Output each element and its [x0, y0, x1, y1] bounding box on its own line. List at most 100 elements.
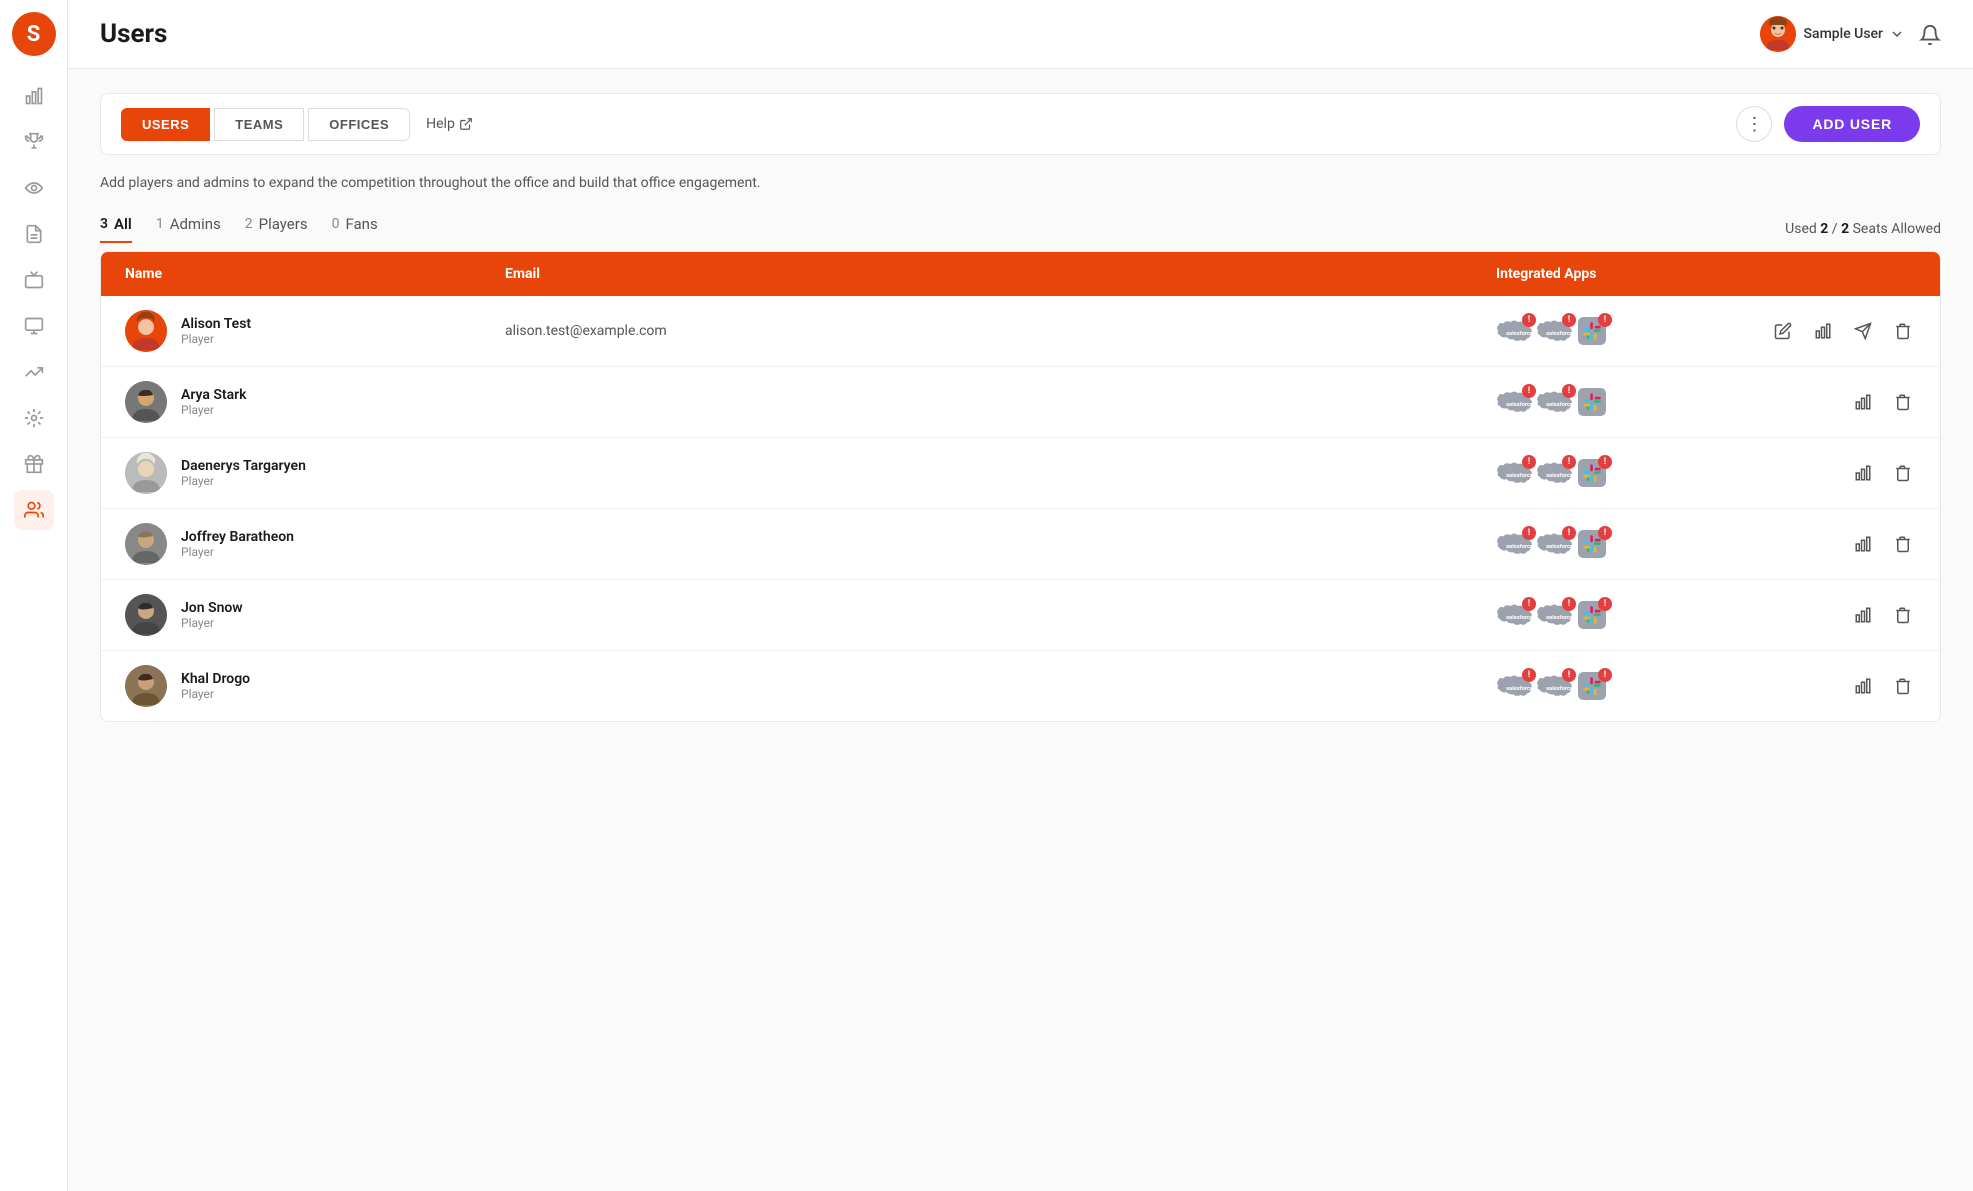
user-info: Arya Stark Player	[181, 387, 247, 417]
user-name: Sample User	[1804, 26, 1883, 42]
warning-badge: !	[1522, 526, 1536, 540]
page-content: USERS TEAMS OFFICES Help ⋮ ADD USER Add …	[68, 69, 1973, 1191]
warning-badge: !	[1562, 455, 1576, 469]
stats-button[interactable]	[1850, 460, 1876, 486]
filter-fans[interactable]: 0 Fans	[332, 215, 378, 243]
apps-cell: salesforce ! salesforce ! !	[1496, 601, 1776, 629]
stats-button[interactable]	[1850, 602, 1876, 628]
user-cell: Daenerys Targaryen Player	[125, 452, 505, 494]
filter-admins[interactable]: 1 Admins	[156, 215, 221, 243]
user-name: Joffrey Baratheon	[181, 529, 294, 545]
add-user-button[interactable]: ADD USER	[1784, 106, 1920, 142]
users-table: Name Email Integrated Apps Alison Test P…	[100, 251, 1941, 722]
svg-text:salesforce: salesforce	[1546, 544, 1572, 550]
sidebar: S	[0, 0, 68, 1191]
avatar	[125, 452, 167, 494]
app-slack: !	[1576, 530, 1608, 558]
sidebar-item-rewards[interactable]	[14, 444, 54, 484]
actions-cell	[1776, 389, 1916, 415]
app-slack: !	[1576, 672, 1608, 700]
table-row: Daenerys Targaryen Player salesforce ! s…	[101, 438, 1940, 509]
warning-badge: !	[1562, 313, 1576, 327]
help-link[interactable]: Help	[426, 116, 473, 132]
svg-text:salesforce: salesforce	[1546, 473, 1572, 479]
warning-badge: !	[1562, 526, 1576, 540]
stats-button[interactable]	[1810, 318, 1836, 344]
stats-button[interactable]	[1850, 673, 1876, 699]
user-name: Jon Snow	[181, 600, 243, 616]
user-name: Arya Stark	[181, 387, 247, 403]
sidebar-item-analytics[interactable]	[14, 76, 54, 116]
warning-badge: !	[1598, 597, 1612, 611]
warning-badge: !	[1598, 455, 1612, 469]
app-salesforce-2: salesforce !	[1536, 317, 1572, 345]
col-apps: Integrated Apps	[1496, 266, 1776, 282]
user-role: Player	[181, 332, 251, 346]
svg-text:salesforce: salesforce	[1546, 615, 1572, 621]
delete-button[interactable]	[1890, 531, 1916, 557]
app-slack	[1576, 388, 1608, 416]
sidebar-item-trending[interactable]	[14, 352, 54, 392]
sidebar-item-trophy[interactable]	[14, 122, 54, 162]
svg-text:salesforce: salesforce	[1506, 615, 1532, 621]
svg-text:salesforce: salesforce	[1546, 402, 1572, 408]
table-row: Khal Drogo Player salesforce ! salesforc…	[101, 651, 1940, 721]
delete-button[interactable]	[1890, 460, 1916, 486]
filter-players[interactable]: 2 Players	[245, 215, 308, 243]
svg-text:salesforce: salesforce	[1506, 402, 1532, 408]
main-content: Users Sample User	[68, 0, 1973, 1191]
warning-badge: !	[1522, 668, 1536, 682]
app-salesforce-2: salesforce !	[1536, 530, 1572, 558]
sidebar-item-tv[interactable]	[14, 260, 54, 300]
sidebar-item-campaigns[interactable]	[14, 168, 54, 208]
svg-text:salesforce: salesforce	[1546, 331, 1572, 337]
apps-cell: salesforce ! salesforce !	[1496, 388, 1776, 416]
user-profile[interactable]: Sample User	[1760, 16, 1903, 52]
user-info: Alison Test Player	[181, 316, 251, 346]
stats-button[interactable]	[1850, 389, 1876, 415]
app-salesforce-1: salesforce !	[1496, 672, 1532, 700]
table-row: Joffrey Baratheon Player salesforce ! sa…	[101, 509, 1940, 580]
sidebar-item-integrations[interactable]	[14, 398, 54, 438]
user-cell: Joffrey Baratheon Player	[125, 523, 505, 565]
stats-button[interactable]	[1850, 531, 1876, 557]
user-cell: Jon Snow Player	[125, 594, 505, 636]
tab-users[interactable]: USERS	[121, 108, 210, 141]
email-cell: alison.test@example.com	[505, 323, 1496, 339]
page-description: Add players and admins to expand the com…	[100, 175, 1941, 191]
filter-tabs: 3 All 1 Admins 2 Players 0 Fans	[100, 215, 378, 243]
app-salesforce-2: salesforce !	[1536, 388, 1572, 416]
svg-text:salesforce: salesforce	[1506, 544, 1532, 550]
warning-badge: !	[1522, 384, 1536, 398]
actions-cell	[1776, 602, 1916, 628]
tab-teams[interactable]: TEAMS	[214, 108, 304, 141]
avatar	[125, 665, 167, 707]
delete-button[interactable]	[1890, 673, 1916, 699]
table-row: Alison Test Player alison.test@example.c…	[101, 296, 1940, 367]
user-info: Khal Drogo Player	[181, 671, 250, 701]
tab-offices[interactable]: OFFICES	[308, 108, 410, 141]
avatar	[1760, 16, 1796, 52]
sidebar-item-users[interactable]	[14, 490, 54, 530]
edit-button[interactable]	[1770, 318, 1796, 344]
actions-cell	[1776, 460, 1916, 486]
app-logo[interactable]: S	[12, 12, 56, 56]
filter-all[interactable]: 3 All	[100, 215, 132, 243]
notification-bell-icon[interactable]	[1919, 22, 1941, 47]
delete-button[interactable]	[1890, 318, 1916, 344]
more-options-button[interactable]: ⋮	[1736, 106, 1772, 142]
table-row: Arya Stark Player salesforce ! salesforc…	[101, 367, 1940, 438]
avatar	[125, 381, 167, 423]
send-button[interactable]	[1850, 318, 1876, 344]
sidebar-item-display[interactable]	[14, 306, 54, 346]
delete-button[interactable]	[1890, 602, 1916, 628]
user-role: Player	[181, 545, 294, 559]
svg-text:salesforce: salesforce	[1546, 686, 1572, 692]
seats-info: Used 2 / 2 Seats Allowed	[1785, 221, 1941, 237]
user-info: Joffrey Baratheon Player	[181, 529, 294, 559]
delete-button[interactable]	[1890, 389, 1916, 415]
app-slack: !	[1576, 601, 1608, 629]
sidebar-item-reports[interactable]	[14, 214, 54, 254]
user-role: Player	[181, 687, 250, 701]
warning-badge: !	[1522, 597, 1536, 611]
